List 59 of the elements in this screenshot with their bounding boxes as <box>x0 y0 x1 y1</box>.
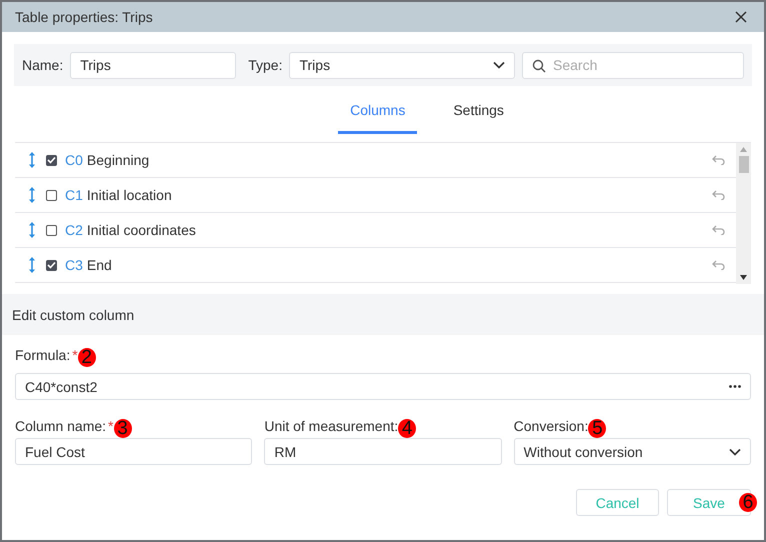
drag-handle-icon <box>28 221 36 239</box>
column-code: C1 <box>65 187 83 203</box>
drag-handle-icon <box>28 186 36 204</box>
step-marker: 4 <box>398 419 416 438</box>
field-label: Column name: <box>15 418 106 434</box>
section-title: Edit custom column <box>12 306 134 322</box>
column-code: C2 <box>65 222 83 238</box>
checkbox[interactable] <box>46 154 57 166</box>
undo-icon[interactable] <box>712 260 725 270</box>
search-field[interactable]: Search <box>522 52 744 78</box>
drag-handle-icon <box>28 151 36 169</box>
step-marker: 2 <box>78 348 96 367</box>
scroll-up-icon <box>740 147 747 152</box>
step-marker: 5 <box>588 419 606 438</box>
column-name: Beginning <box>86 152 150 168</box>
undo-icon[interactable] <box>712 225 725 235</box>
text-field[interactable]: RM <box>264 438 502 465</box>
step-marker: 3 <box>114 419 132 438</box>
formula-field[interactable]: C40*const2 <box>15 373 751 400</box>
type-dropdown[interactable]: Trips <box>289 52 516 78</box>
chevron-down-icon <box>728 448 741 456</box>
column-name: Initial coordinates <box>86 222 196 238</box>
field-label: Conversion: <box>514 418 588 434</box>
drag-handle-icon <box>28 256 36 274</box>
field-label: Formula: <box>15 347 70 363</box>
column-name: Initial location <box>86 187 172 203</box>
field-label: Unit of measurement: <box>264 418 398 434</box>
column-row[interactable]: C3 End <box>15 248 736 283</box>
scrollbar[interactable] <box>736 143 751 284</box>
column-row[interactable]: C2 Initial coordinates <box>15 213 736 248</box>
search-icon <box>532 58 546 72</box>
checkbox[interactable] <box>46 224 57 236</box>
required-mark: * <box>108 418 114 434</box>
name-field[interactable]: Trips <box>70 52 236 78</box>
scroll-down-icon <box>740 275 747 280</box>
chevron-down-icon <box>493 61 506 69</box>
column-name: End <box>86 257 112 273</box>
checkbox[interactable] <box>46 260 57 270</box>
name-label: Name: <box>22 57 64 73</box>
text-field[interactable]: Fuel Cost <box>15 438 252 465</box>
close-icon <box>735 11 747 23</box>
tab[interactable]: Columns <box>338 96 418 134</box>
tab[interactable]: Settings <box>441 96 516 134</box>
required-mark: * <box>72 347 78 363</box>
undo-icon[interactable] <box>712 190 725 200</box>
scroll-thumb[interactable] <box>738 156 748 173</box>
undo-icon[interactable] <box>712 155 725 165</box>
check-icon <box>47 261 56 269</box>
column-code: C3 <box>65 257 83 273</box>
step-marker: 6 <box>739 493 757 512</box>
more-icon <box>729 385 741 388</box>
window-title: Table properties: Trips <box>15 9 153 25</box>
check-icon <box>47 156 56 164</box>
column-code: C0 <box>65 152 83 168</box>
checkbox[interactable] <box>46 190 57 200</box>
column-row[interactable]: C1 Initial location <box>15 178 736 213</box>
column-row[interactable]: C0 Beginning <box>15 143 736 178</box>
conversion-dropdown[interactable]: Without conversion <box>514 438 751 465</box>
type-label: Type: <box>248 57 282 73</box>
